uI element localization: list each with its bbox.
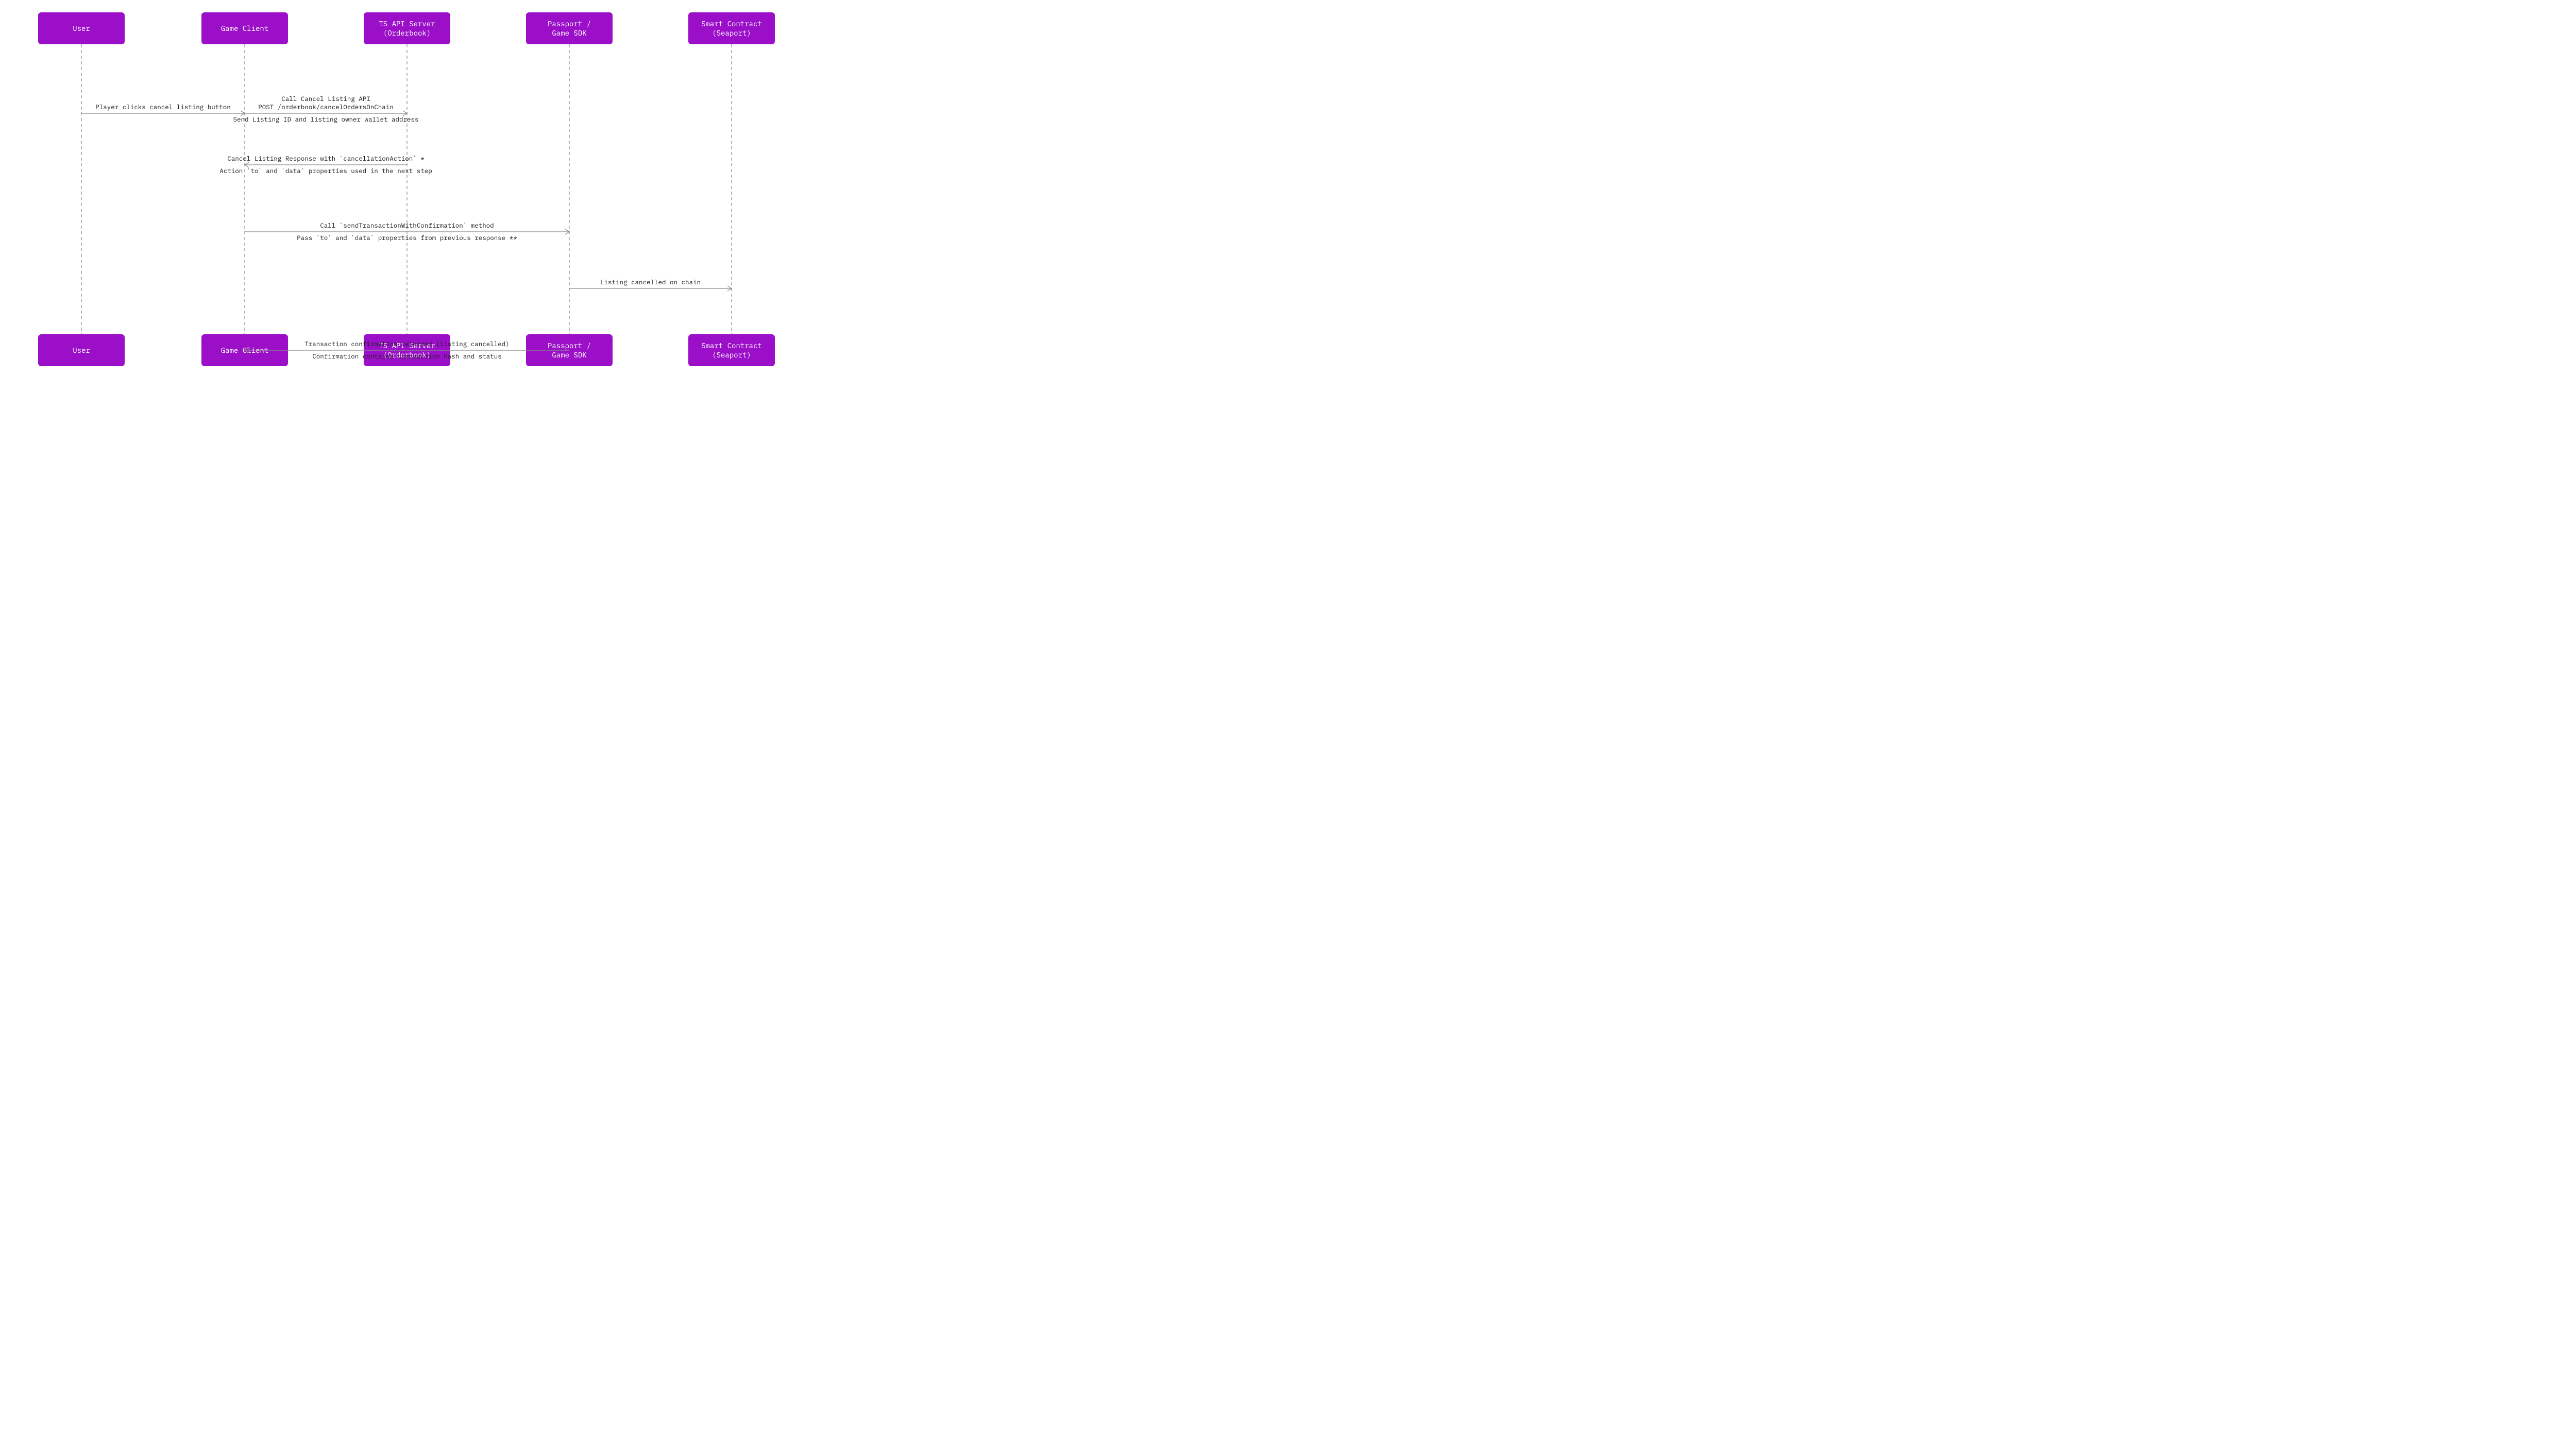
svg-text:User: User [73, 346, 90, 355]
message-0: Player clicks cancel listing button [81, 103, 245, 116]
svg-text:Game SDK: Game SDK [552, 28, 587, 38]
message-5-above-0: Transaction confirmation returned (listi… [304, 340, 510, 348]
svg-text:Game Client: Game Client [221, 24, 268, 33]
message-1-above-0: Call Cancel Listing API [281, 95, 370, 103]
message-2-above-0: Cancel Listing Response with `cancellati… [227, 155, 425, 163]
message-3: Call `sendTransactionWithConfirmation` m… [245, 221, 569, 242]
svg-text:(Orderbook): (Orderbook) [383, 28, 431, 38]
actor-user-bottom: User [38, 334, 125, 366]
message-0-above-0: Player clicks cancel listing button [95, 103, 231, 111]
svg-text:Smart Contract: Smart Contract [701, 19, 762, 28]
svg-text:Passport /: Passport / [548, 341, 591, 350]
message-2-below-0: Action `to` and `data` properties used i… [219, 167, 432, 175]
svg-text:TS API Server: TS API Server [379, 19, 435, 28]
message-1: Call Cancel Listing APIPOST /orderbook/c… [233, 95, 418, 124]
actor-passport-top: Passport /Game SDK [526, 12, 613, 44]
svg-text:Passport /: Passport / [548, 19, 591, 28]
message-5: Transaction confirmation returned (listi… [245, 340, 569, 361]
message-5-below-0: Confirmation contains transaction hash a… [312, 352, 502, 361]
actor-contract-top: Smart Contract(Seaport) [688, 12, 775, 44]
message-4: Listing cancelled on chain [569, 278, 732, 291]
message-2: Cancel Listing Response with `cancellati… [219, 155, 432, 175]
svg-text:(Seaport): (Seaport) [712, 350, 751, 360]
svg-text:(Seaport): (Seaport) [712, 28, 751, 38]
actor-gameclient-top: Game Client [201, 12, 288, 44]
message-1-below-0: Send Listing ID and listing owner wallet… [233, 115, 418, 124]
svg-text:User: User [73, 24, 90, 33]
actor-contract-bottom: Smart Contract(Seaport) [688, 334, 775, 366]
message-3-above-0: Call `sendTransactionWithConfirmation` m… [320, 221, 494, 230]
actor-tsapi-top: TS API Server(Orderbook) [364, 12, 450, 44]
sequence-diagram: User Game Client TS API Server(Orderbook) P… [0, 0, 808, 402]
svg-text:Smart Contract: Smart Contract [701, 341, 762, 350]
message-1-above-1: POST /orderbook/cancelOrdersOnChain [258, 103, 394, 111]
message-3-below-0: Pass `to` and `data` properties from pre… [297, 234, 517, 242]
svg-text:Game SDK: Game SDK [552, 350, 587, 360]
message-4-above-0: Listing cancelled on chain [600, 278, 701, 286]
actor-user-top: User [38, 12, 125, 44]
